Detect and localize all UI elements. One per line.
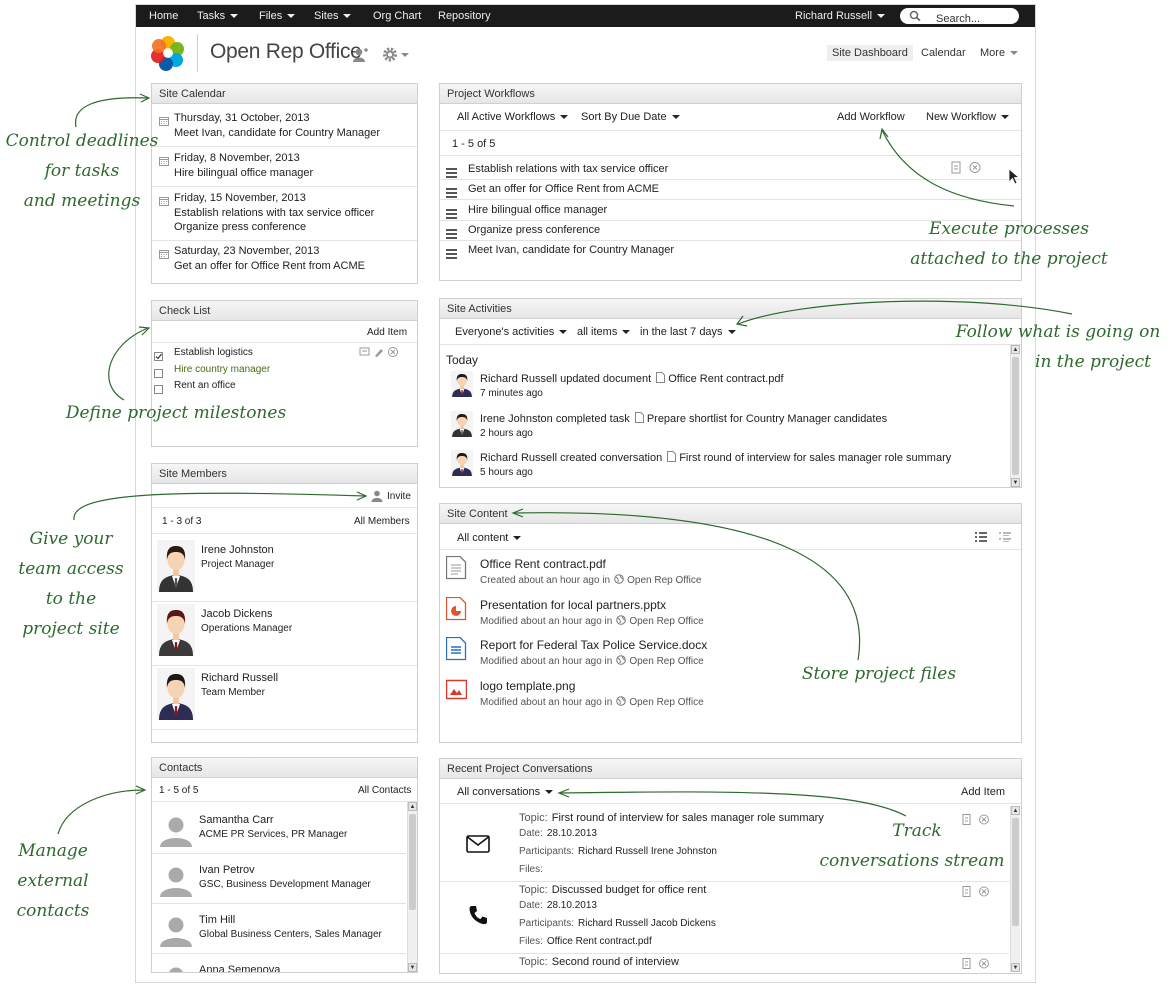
arrow-to-workflows (881, 129, 1015, 207)
arrow-to-site-content (513, 512, 861, 661)
arrow-to-contacts (57, 789, 145, 835)
arrow-to-invite (73, 492, 367, 521)
arrow-to-activities (737, 300, 1073, 325)
arrow-to-conversations (559, 791, 907, 817)
annotation-arrows (57, 93, 1073, 835)
arrow-to-calendar (75, 97, 149, 128)
arrow-to-checklist (108, 327, 149, 401)
